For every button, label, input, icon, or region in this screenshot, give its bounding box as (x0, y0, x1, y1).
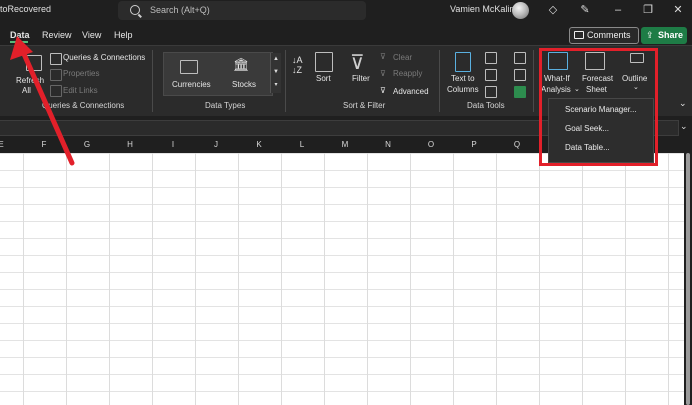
annotation-arrow (10, 36, 75, 166)
arrow-shaft (21, 51, 75, 166)
arrow-head (10, 36, 33, 60)
